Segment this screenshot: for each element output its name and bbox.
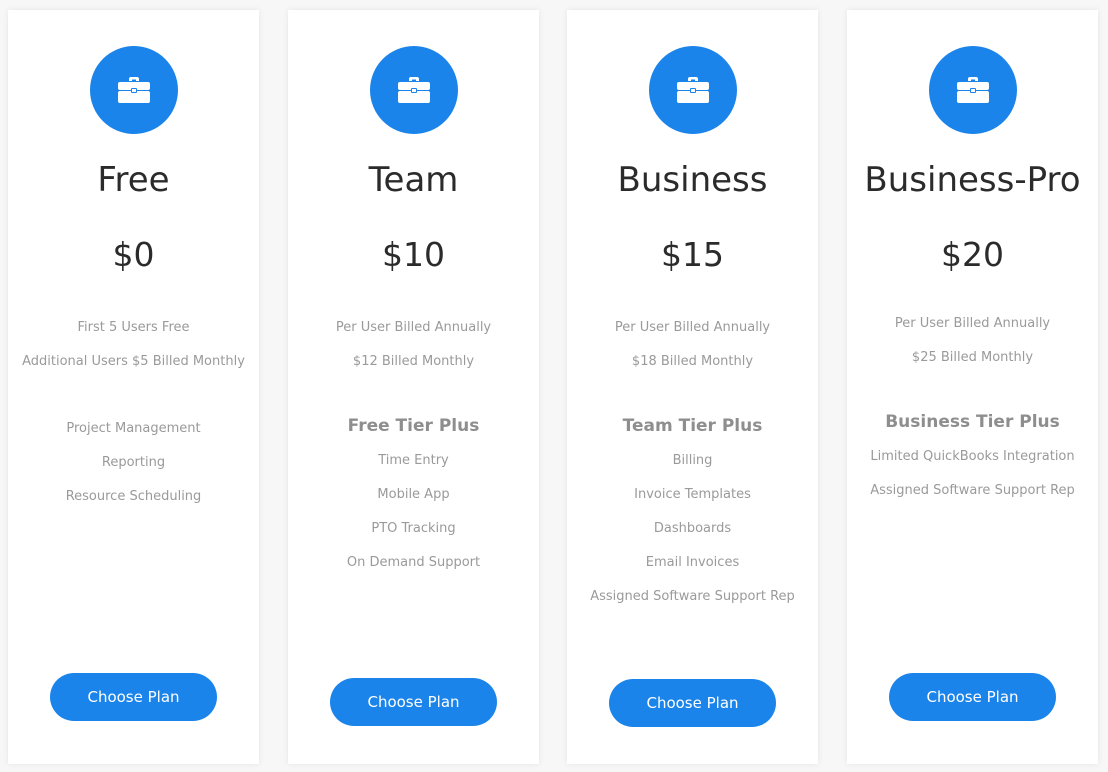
feature-item: Mobile App <box>377 487 450 502</box>
feature-item: Dashboards <box>653 521 732 536</box>
plan-details: Per User Billed Annually $12 Billed Mont… <box>288 316 539 585</box>
choose-plan-button[interactable]: Choose Plan <box>50 673 217 721</box>
plan-price: $20 <box>941 235 1004 274</box>
plan-price: $10 <box>382 235 445 274</box>
plan-price: $15 <box>661 235 724 274</box>
plan-price: $0 <box>112 235 155 274</box>
tier-heading: Free Tier Plus <box>347 416 480 436</box>
billing-line: $25 Billed Monthly <box>911 350 1034 365</box>
plan-name: Team <box>368 160 459 200</box>
plan-name: Business-Pro <box>864 160 1081 200</box>
plan-details: First 5 Users Free Additional Users $5 B… <box>8 316 259 519</box>
billing-line: $12 Billed Monthly <box>352 354 475 369</box>
plan-name: Business <box>617 160 768 200</box>
plan-card-business: Business $15 Per User Billed Annually $1… <box>567 10 818 764</box>
feature-item: Assigned Software Support Rep <box>590 589 795 604</box>
feature-item: Resource Scheduling <box>65 489 202 504</box>
billing-line: Additional Users $5 Billed Monthly <box>22 354 245 369</box>
billing-line: $18 Billed Monthly <box>631 354 754 369</box>
choose-plan-button[interactable]: Choose Plan <box>330 678 497 726</box>
plan-icon-badge <box>649 46 737 134</box>
tier-heading: Team Tier Plus <box>622 416 763 436</box>
plan-icon-badge <box>929 46 1017 134</box>
feature-item: Invoice Templates <box>634 487 751 502</box>
feature-item: Limited QuickBooks Integration <box>870 449 1075 464</box>
briefcase-icon <box>677 77 709 103</box>
briefcase-icon <box>957 77 989 103</box>
plan-icon-badge <box>370 46 458 134</box>
choose-plan-button[interactable]: Choose Plan <box>609 679 776 727</box>
billing-line: Per User Billed Annually <box>614 320 771 335</box>
plan-card-business-pro: Business-Pro $20 Per User Billed Annuall… <box>847 10 1098 764</box>
feature-item: Project Management <box>66 421 201 436</box>
billing-line: Per User Billed Annually <box>894 316 1051 331</box>
feature-item: PTO Tracking <box>371 521 456 536</box>
feature-item: Email Invoices <box>645 555 740 570</box>
plan-icon-badge <box>90 46 178 134</box>
feature-item: Billing <box>672 453 713 468</box>
briefcase-icon <box>118 77 150 103</box>
choose-plan-button[interactable]: Choose Plan <box>889 673 1056 721</box>
plan-name: Free <box>97 160 170 200</box>
plan-details: Per User Billed Annually $25 Billed Mont… <box>847 312 1098 513</box>
feature-item: On Demand Support <box>346 555 481 570</box>
feature-item: Assigned Software Support Rep <box>870 483 1075 498</box>
billing-line: Per User Billed Annually <box>335 320 492 335</box>
briefcase-icon <box>398 77 430 103</box>
plan-card-free: Free $0 First 5 Users Free Additional Us… <box>8 10 259 764</box>
billing-line: First 5 Users Free <box>77 320 190 335</box>
feature-item: Reporting <box>101 455 166 470</box>
feature-item: Time Entry <box>378 453 449 468</box>
plan-card-team: Team $10 Per User Billed Annually $12 Bi… <box>288 10 539 764</box>
plan-details: Per User Billed Annually $18 Billed Mont… <box>567 316 818 619</box>
tier-heading: Business Tier Plus <box>885 412 1060 432</box>
